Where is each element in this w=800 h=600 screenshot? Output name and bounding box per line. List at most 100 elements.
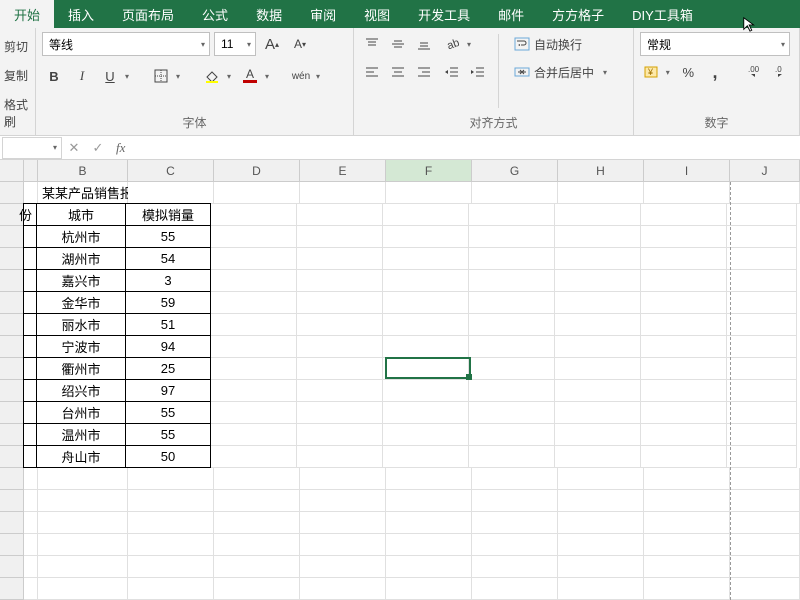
row-header[interactable] <box>0 270 24 292</box>
cell[interactable] <box>24 490 38 512</box>
cell[interactable] <box>297 270 383 292</box>
font-name-select[interactable]: 等线 <box>42 32 210 56</box>
number-format-select[interactable]: 常规 <box>640 32 790 56</box>
cell[interactable] <box>128 534 214 556</box>
cell[interactable] <box>558 512 644 534</box>
cell[interactable] <box>558 468 644 490</box>
cell[interactable]: 55 <box>125 423 211 446</box>
cell[interactable] <box>641 314 727 336</box>
cell[interactable] <box>383 226 469 248</box>
cell[interactable] <box>469 292 555 314</box>
cell[interactable] <box>300 556 386 578</box>
cell[interactable] <box>24 468 38 490</box>
row-header[interactable] <box>0 490 24 512</box>
cell[interactable]: 模拟销量 <box>125 203 211 226</box>
cell[interactable] <box>472 578 558 600</box>
cell[interactable] <box>469 248 555 270</box>
cell[interactable] <box>469 424 555 446</box>
cell[interactable]: 金华市 <box>36 291 126 314</box>
cell[interactable] <box>128 468 214 490</box>
cell[interactable] <box>23 291 37 314</box>
cell[interactable] <box>469 380 555 402</box>
font-size-select[interactable]: 11 <box>214 32 256 56</box>
cell[interactable] <box>24 556 38 578</box>
cell[interactable] <box>297 248 383 270</box>
cell[interactable] <box>23 335 37 358</box>
cell[interactable] <box>641 204 727 226</box>
cell[interactable] <box>555 270 641 292</box>
cell[interactable] <box>297 226 383 248</box>
cell[interactable] <box>383 380 469 402</box>
cell[interactable] <box>38 512 128 534</box>
cell[interactable] <box>128 578 214 600</box>
cell[interactable]: 舟山市 <box>36 445 126 468</box>
cell[interactable]: 25 <box>125 357 211 380</box>
cell[interactable] <box>211 402 297 424</box>
cell[interactable] <box>383 336 469 358</box>
copy-button[interactable]: 复制 <box>2 61 33 90</box>
cell[interactable] <box>211 204 297 226</box>
cell[interactable] <box>24 578 38 600</box>
cell[interactable] <box>727 358 797 380</box>
cell[interactable] <box>730 182 800 204</box>
cell[interactable] <box>469 204 555 226</box>
cell[interactable] <box>644 490 730 512</box>
cell[interactable] <box>211 446 297 468</box>
column-header-E[interactable]: E <box>300 160 386 181</box>
cell[interactable] <box>555 248 641 270</box>
cell[interactable]: 55 <box>125 401 211 424</box>
cell[interactable] <box>469 314 555 336</box>
decrease-indent-button[interactable] <box>440 60 464 84</box>
cells-area[interactable]: 某某产品销售报表份城市模拟销量杭州市55湖州市54嘉兴市3金华市59丽水市51宁… <box>24 182 800 600</box>
cell[interactable] <box>472 534 558 556</box>
cell[interactable]: 衢州市 <box>36 357 126 380</box>
cell[interactable] <box>214 468 300 490</box>
column-header-C[interactable]: C <box>128 160 214 181</box>
cell[interactable] <box>297 314 383 336</box>
cell[interactable] <box>383 204 469 226</box>
cell[interactable] <box>727 204 797 226</box>
border-button[interactable] <box>149 64 183 88</box>
phonetic-button[interactable]: wén <box>289 64 323 88</box>
cell[interactable] <box>727 336 797 358</box>
orientation-button[interactable]: ab <box>440 32 474 56</box>
ribbon-tab-8[interactable]: 邮件 <box>484 0 538 28</box>
cell[interactable] <box>555 336 641 358</box>
merge-center-button[interactable]: 合并后居中 ▾ <box>507 60 611 84</box>
cell[interactable] <box>38 534 128 556</box>
cell[interactable]: 份 <box>23 203 37 226</box>
cell[interactable] <box>641 446 727 468</box>
cell[interactable] <box>469 402 555 424</box>
cell[interactable] <box>727 446 797 468</box>
decrease-decimal-button[interactable]: .0 <box>770 60 793 84</box>
cell[interactable] <box>386 534 472 556</box>
cell[interactable] <box>644 578 730 600</box>
cell[interactable] <box>211 270 297 292</box>
cell[interactable] <box>730 512 800 534</box>
row-header[interactable] <box>0 556 24 578</box>
row-header[interactable] <box>0 380 24 402</box>
row-header[interactable] <box>0 446 24 468</box>
increase-indent-button[interactable] <box>466 60 490 84</box>
cell[interactable] <box>386 490 472 512</box>
cell[interactable] <box>383 402 469 424</box>
cell[interactable] <box>727 248 797 270</box>
cell[interactable] <box>386 512 472 534</box>
cell[interactable] <box>472 490 558 512</box>
cell[interactable] <box>472 182 558 204</box>
cell[interactable] <box>23 423 37 446</box>
cell[interactable] <box>383 292 469 314</box>
fx-label[interactable]: fx <box>110 140 131 156</box>
ribbon-tab-7[interactable]: 开发工具 <box>404 0 484 28</box>
ribbon-tab-10[interactable]: DIY工具箱 <box>618 0 707 28</box>
ribbon-tab-5[interactable]: 审阅 <box>296 0 350 28</box>
cell[interactable]: 宁波市 <box>36 335 126 358</box>
italic-button[interactable]: I <box>70 64 94 88</box>
row-header[interactable] <box>0 424 24 446</box>
cell[interactable] <box>300 578 386 600</box>
cell[interactable] <box>23 379 37 402</box>
select-all-corner[interactable] <box>0 160 24 181</box>
cell[interactable] <box>644 534 730 556</box>
cell[interactable] <box>727 424 797 446</box>
row-header[interactable] <box>0 226 24 248</box>
